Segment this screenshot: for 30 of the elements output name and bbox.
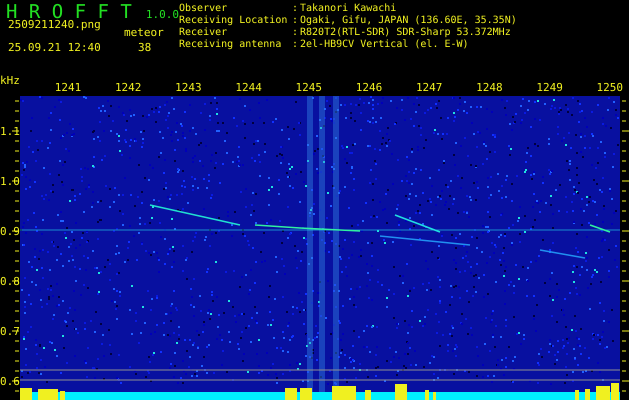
info-label: Receiver — [179, 27, 228, 39]
meteor-label: meteor — [124, 25, 164, 41]
axis-label: 1249 — [536, 81, 563, 94]
info-label: Receiving Location — [179, 15, 288, 27]
info-value: R820T2(RTL-SDR) SDR-Sharp 53.372MHz — [300, 27, 512, 39]
axis-label: 1247 — [416, 81, 442, 94]
axis-label: 1250 — [596, 81, 624, 94]
axis-label: 1248 — [476, 81, 503, 94]
axis-label: 1243 — [175, 81, 202, 94]
version-label: 1.0.0 — [146, 7, 179, 23]
axis-label: 1246 — [356, 81, 382, 94]
info-value: Takanori Kawachi — [300, 3, 398, 15]
axis-label: 1244 — [235, 81, 262, 94]
info-label: Observer — [179, 3, 228, 15]
separator: : — [292, 3, 300, 15]
separator: : — [292, 27, 300, 39]
info-label: Receiving antenna — [179, 39, 282, 51]
file-name: 2509211240.png — [8, 18, 101, 33]
info-value: 2el-HB9CV Vertical (el. E-W) — [300, 39, 470, 51]
separator: : — [292, 15, 300, 27]
meteor-count: 38 — [138, 40, 152, 56]
axis-label: 1.1 — [0, 125, 20, 138]
axis-label: 1245 — [296, 81, 322, 94]
axis-label: 0.7 — [0, 325, 20, 338]
axis-unit: kHz — [0, 74, 20, 87]
axis-label: 1241 — [54, 81, 82, 94]
info-value: Ogaki, Gifu, JAPAN (136.60E, 35.35N) — [300, 15, 517, 27]
timestamp: 25.09.21 12:40 — [8, 40, 101, 56]
separator: : — [292, 39, 300, 51]
axis-label: 1242 — [114, 81, 142, 94]
